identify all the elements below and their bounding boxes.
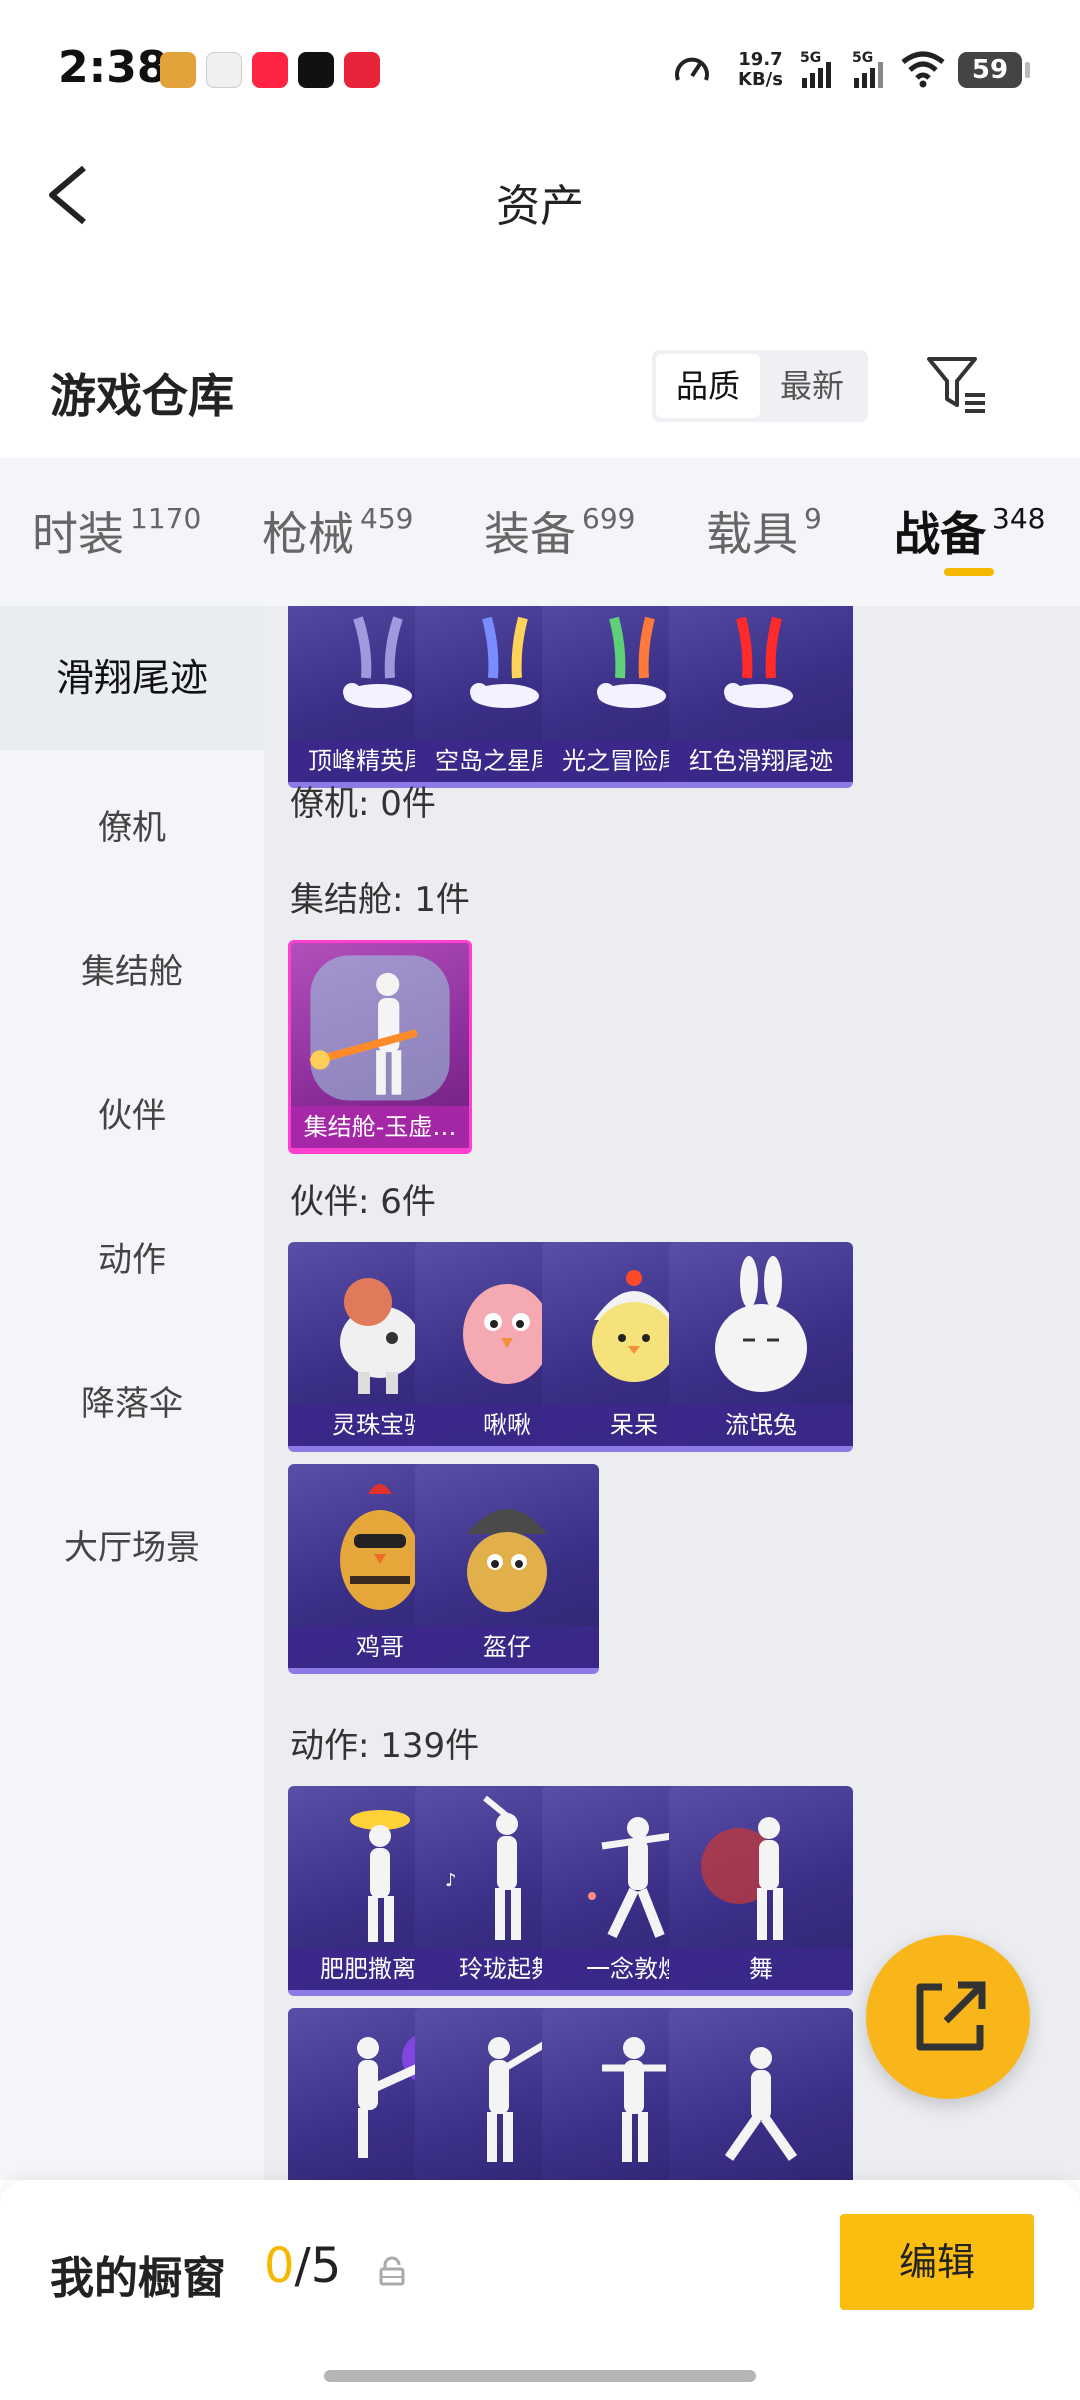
status-bar: 2:38 19.7 KB/s 5G 5G 59 [0,0,1080,130]
section-title-pod: 集结舱: 1件 [290,880,470,920]
item-card[interactable] [669,2008,853,2180]
signal-icon: 5G [800,50,831,88]
tab-equipment[interactable]: 装备 699 [484,498,635,564]
sidebar-item-glide-trail[interactable]: 滑翔尾迹 [0,606,264,750]
svg-text:5G: 5G [852,50,873,66]
tab-vehicles[interactable]: 载具 9 [706,498,822,564]
battery-indicator: 59 [958,52,1030,88]
app-notification-icon [160,52,196,88]
warehouse-title: 游戏仓库 [50,369,234,423]
item-name: 舞 [669,1948,853,1990]
partner-helmet-chick-art [467,1509,547,1612]
emote-dancer-art [724,2047,798,2161]
tab-weapons[interactable]: 枪械 459 [262,498,413,564]
app-notification-icon [344,52,380,88]
emote-dancer-art [701,1817,783,1940]
active-tab-indicator [944,568,994,576]
filter-icon[interactable] [925,355,990,415]
sidebar-item-wingman[interactable]: 僚机 [0,800,264,849]
item-card[interactable]: 集结舱-玉虚… [288,940,472,1154]
lock-icon [379,2256,405,2286]
item-card[interactable]: 盔仔 [415,1464,599,1674]
wifi-icon [901,51,945,88]
home-indicator[interactable] [324,2370,756,2382]
page-title: 资产 [496,181,584,232]
sidebar-item-partner[interactable]: 伙伴 [0,1088,264,1137]
section-title-wingman: 僚机: 0件 [290,784,436,824]
svg-text:♪: ♪ [445,1870,457,1891]
network-speed: 19.7 KB/s [738,49,783,90]
sidebar-item-emote[interactable]: 动作 [0,1232,264,1281]
svg-text:5G: 5G [800,50,821,66]
tab-fashion[interactable]: 时装 1170 [32,498,201,564]
item-name: 盔仔 [415,1626,599,1668]
xiaohongshu-notification-icon [252,52,288,88]
item-card[interactable]: 红色滑翔尾迹 [669,606,853,788]
share-fab-button[interactable] [866,1935,1030,2099]
sidebar: 滑翔尾迹 僚机 集结舱 伙伴 动作 降落伞 大厅场景 [0,606,264,2180]
share-icon [916,1981,986,2051]
app-notification-icon [206,52,242,88]
sort-toggle: 品质 最新 [652,350,868,422]
section-title-partner: 伙伴: 6件 [290,1182,436,1222]
showcase-label: 我的橱窗 [50,2253,226,2304]
bottom-bar: 我的橱窗 0/5 编辑 [0,2180,1080,2400]
speed-gauge-icon [675,57,709,81]
showcase-count: 0/5 [264,2238,342,2294]
item-name: 流氓兔 [669,1404,853,1446]
douyin-notification-icon [298,52,334,88]
item-name: 集结舱-玉虚… [291,1106,469,1148]
sort-by-newest-button[interactable]: 最新 [760,354,864,418]
pod-art [309,955,450,1101]
sidebar-item-lobby-scene[interactable]: 大厅场景 [0,1520,264,1569]
sidebar-item-parachute[interactable]: 降落伞 [0,1376,264,1425]
item-card[interactable]: 舞 [669,1786,853,1996]
category-tabs: 时装 1170 枪械 459 装备 699 载具 9 战备 348 [0,458,1080,606]
tab-battle-gear[interactable]: 战备 348 [894,498,1045,564]
item-name: 红色滑翔尾迹 [669,740,853,782]
partner-rabbit-art [715,1256,807,1392]
section-title-emote: 动作: 139件 [290,1726,480,1766]
item-card[interactable]: 流氓兔 [669,1242,853,1452]
sidebar-item-pod[interactable]: 集结舱 [0,944,264,993]
signal-icon: 5G [852,50,883,88]
sort-by-quality-button[interactable]: 品质 [656,354,760,418]
edit-button[interactable]: 编辑 [840,2214,1034,2310]
clock: 2:38 [58,42,168,93]
glide-trail-art [724,616,793,708]
